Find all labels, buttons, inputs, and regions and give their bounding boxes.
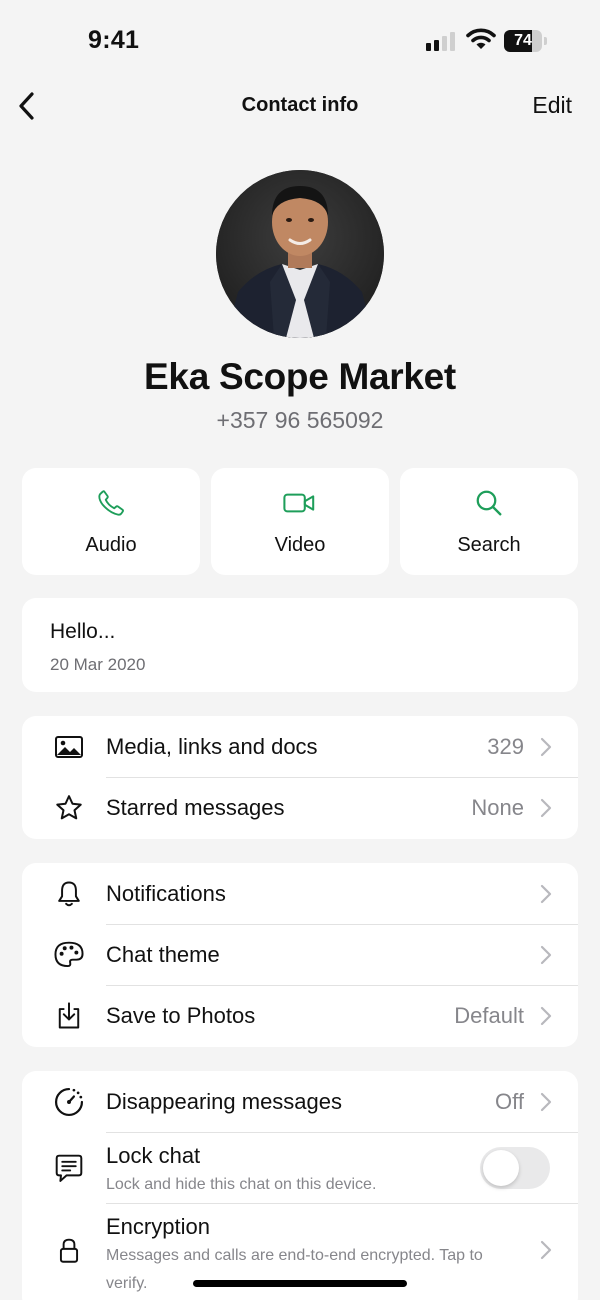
media-count: 329	[487, 734, 524, 759]
lock-chat-label: Lock chat	[106, 1143, 201, 1168]
timer-icon	[52, 1085, 86, 1119]
settings-card: Notifications Chat theme Save to Photos …	[22, 863, 578, 1047]
chat-lock-icon	[52, 1151, 86, 1185]
wifi-icon	[466, 27, 496, 51]
privacy-card: Disappearing messages Off Lock chat Lock…	[22, 1071, 578, 1300]
star-icon	[52, 791, 86, 825]
starred-messages-row[interactable]: Starred messages None	[22, 778, 578, 839]
encryption-description: Messages and calls are end-to-end encryp…	[106, 1247, 483, 1292]
chat-theme-row[interactable]: Chat theme	[22, 925, 578, 986]
search-icon	[476, 490, 502, 516]
save-to-photos-value: Default	[454, 1003, 524, 1028]
contact-name: Eka Scope Market	[144, 356, 456, 397]
disappearing-messages-row[interactable]: Disappearing messages Off	[22, 1071, 578, 1132]
save-to-photos-row[interactable]: Save to Photos Default	[22, 986, 578, 1047]
audio-label: Audio	[85, 534, 137, 556]
starred-label: Starred messages	[106, 795, 285, 820]
search-button[interactable]: Search	[400, 468, 578, 575]
edit-button[interactable]: Edit	[532, 92, 572, 119]
disappearing-value: Off	[495, 1089, 524, 1114]
download-icon	[52, 999, 86, 1033]
chat-theme-label: Chat theme	[106, 942, 220, 967]
chevron-right-icon	[540, 1240, 552, 1260]
video-label: Video	[274, 534, 326, 556]
chevron-right-icon	[540, 737, 552, 757]
chevron-right-icon	[540, 945, 552, 965]
avatar[interactable]	[216, 170, 384, 338]
battery-icon: 74	[504, 30, 547, 52]
media-links-docs-row[interactable]: Media, links and docs 329	[22, 716, 578, 778]
chevron-right-icon	[540, 1092, 552, 1112]
encryption-label: Encryption	[106, 1214, 210, 1239]
status-time: 9:41	[88, 26, 140, 54]
page-title: Contact info	[241, 94, 359, 116]
notifications-label: Notifications	[106, 881, 226, 906]
save-to-photos-label: Save to Photos	[106, 1003, 256, 1028]
status-bar: 9:41 74	[0, 0, 600, 80]
phone-icon	[98, 490, 124, 516]
toggle-knob	[483, 1150, 519, 1186]
lock-chat-row[interactable]: Lock chat Lock and hide this chat on thi…	[22, 1133, 578, 1203]
about-text: Hello...	[50, 620, 116, 643]
search-label: Search	[457, 534, 521, 556]
about-card[interactable]: Hello... 20 Mar 2020	[22, 598, 578, 692]
audio-call-button[interactable]: Audio	[22, 468, 200, 575]
navigation-bar: Contact info Edit	[0, 80, 600, 132]
media-starred-card: Media, links and docs 329 Starred messag…	[22, 716, 578, 839]
chevron-right-icon	[540, 798, 552, 818]
bell-icon	[52, 877, 86, 911]
lock-chat-description: Lock and hide this chat on this device.	[106, 1176, 377, 1193]
profile-photo	[216, 170, 384, 338]
chevron-right-icon	[540, 1006, 552, 1026]
disappearing-label: Disappearing messages	[106, 1089, 343, 1114]
about-date: 20 Mar 2020	[50, 655, 146, 674]
chevron-right-icon	[540, 884, 552, 904]
contact-phone: +357 96 565092	[216, 407, 384, 433]
notifications-row[interactable]: Notifications	[22, 863, 578, 924]
lock-chat-toggle[interactable]	[480, 1147, 550, 1189]
media-label: Media, links and docs	[106, 734, 318, 759]
starred-value: None	[471, 795, 524, 820]
lock-icon	[52, 1234, 86, 1268]
image-icon	[52, 730, 86, 764]
video-icon	[283, 493, 315, 513]
cellular-signal-icon	[426, 31, 458, 51]
palette-icon	[52, 938, 86, 972]
home-indicator	[193, 1280, 407, 1287]
battery-percentage: 74	[514, 32, 532, 49]
video-call-button[interactable]: Video	[211, 468, 389, 575]
